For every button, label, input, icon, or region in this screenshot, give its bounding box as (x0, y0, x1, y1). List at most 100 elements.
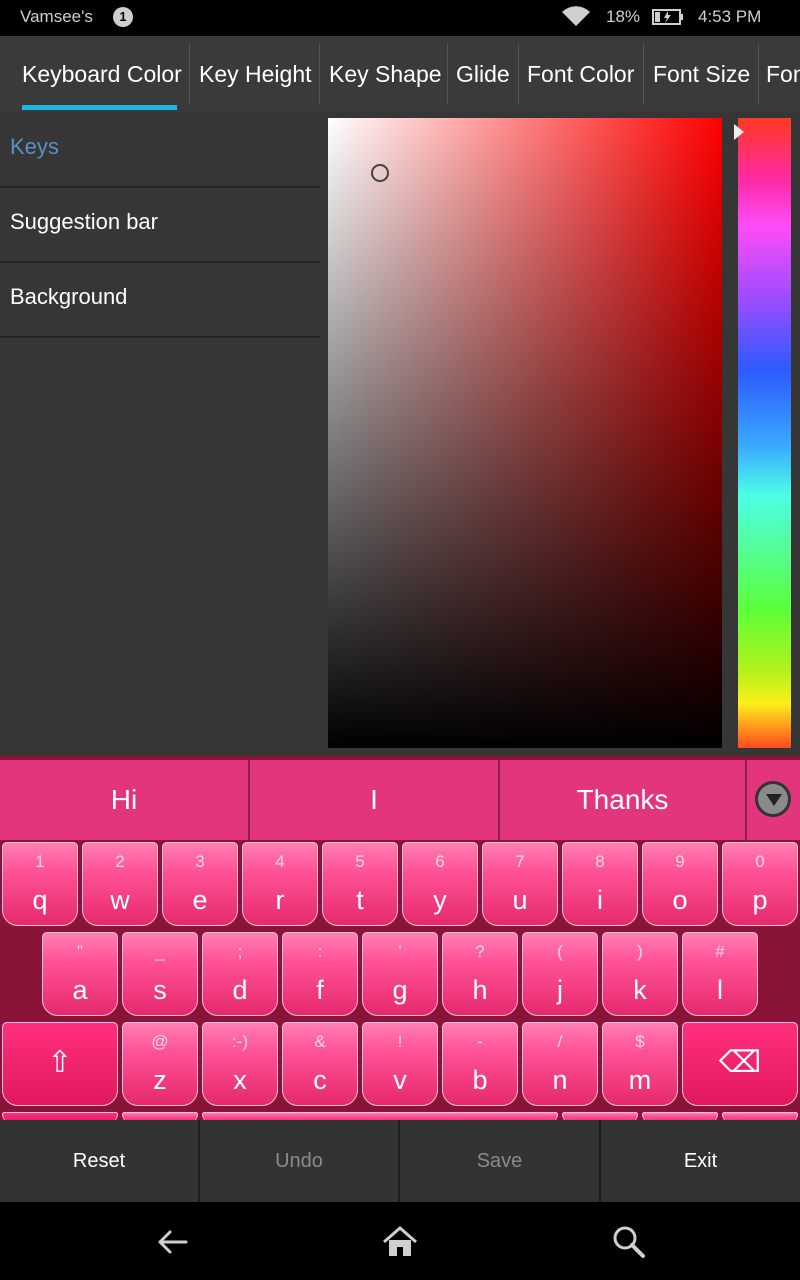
key-o[interactable]: 9o (642, 842, 718, 926)
key-v[interactable]: ! v (362, 1022, 438, 1106)
key-label: p (752, 885, 768, 915)
key-label: f (316, 975, 324, 1005)
wifi-icon (562, 6, 590, 27)
expand-suggestions-icon[interactable] (755, 781, 791, 817)
key-row4-partial (642, 1112, 718, 1120)
tab-key-height[interactable]: Key Height (199, 36, 312, 112)
key-u[interactable]: 7u (482, 842, 558, 926)
target-label: Suggestion bar (10, 209, 158, 234)
hue-slider[interactable] (738, 118, 791, 748)
key-j[interactable]: (j (522, 932, 598, 1016)
settings-tab-bar: Keyboard Color Key Height Key Shape Glid… (0, 36, 800, 112)
suggestion-item[interactable]: Thanks (500, 760, 745, 840)
key-label: c (313, 1065, 327, 1095)
key-e[interactable]: 3e (162, 842, 238, 926)
key-a[interactable]: " a (42, 932, 118, 1016)
key-d[interactable]: ; d (202, 932, 278, 1016)
key-alt-label: 8 (595, 852, 605, 871)
tab-divider (518, 44, 519, 104)
key-m[interactable]: $ m (602, 1022, 678, 1106)
target-label: Background (10, 284, 128, 309)
key-n[interactable]: / n (522, 1022, 598, 1106)
key-w[interactable]: 2w (82, 842, 158, 926)
key-alt-label: ! (397, 1032, 403, 1051)
key-p[interactable]: 0p (722, 842, 798, 926)
key-alt-label: @ (151, 1032, 169, 1051)
key-alt-label: ; (237, 942, 243, 961)
key-label: v (393, 1065, 407, 1095)
key-label: u (512, 885, 528, 915)
tab-key-shape[interactable]: Key Shape (329, 36, 442, 112)
tab-divider (189, 44, 190, 104)
color-target-list: Keys Suggestion bar Background (0, 112, 320, 756)
target-item-suggestion-bar[interactable]: Suggestion bar (0, 187, 320, 263)
search-icon[interactable] (608, 1222, 648, 1262)
battery-percent: 18% (606, 7, 641, 26)
key-label: a (72, 975, 88, 1005)
key-l[interactable]: # l (682, 932, 758, 1016)
key-row4-partial (2, 1112, 118, 1120)
home-icon[interactable] (380, 1222, 420, 1262)
key-label: w (110, 885, 130, 915)
key-b[interactable]: -b (442, 1022, 518, 1106)
key-label: r (275, 885, 285, 915)
key-alt-label: - (477, 1032, 483, 1051)
target-item-keys[interactable]: Keys (0, 112, 320, 188)
key-y[interactable]: 6y (402, 842, 478, 926)
reset-button[interactable]: Reset (0, 1120, 198, 1202)
key-t[interactable]: 5t (322, 842, 398, 926)
undo-button[interactable]: Undo (200, 1120, 398, 1202)
key-label: g (392, 975, 408, 1005)
battery-charging-icon (652, 9, 683, 25)
key-label: x (233, 1065, 247, 1095)
key-label: n (552, 1065, 568, 1095)
key-q[interactable]: 1q (2, 842, 78, 926)
tab-font-size[interactable]: Font Size (653, 36, 750, 112)
tab-keyboard-color[interactable]: Keyboard Color (22, 36, 182, 112)
backspace-key[interactable]: ⌫ (682, 1022, 798, 1106)
target-item-background[interactable]: Background (0, 262, 320, 338)
key-alt-label: # (715, 942, 725, 961)
key-alt-label: _ (155, 942, 165, 961)
key-x[interactable]: :-) x (202, 1022, 278, 1106)
shift-key[interactable]: ⇧ (2, 1022, 118, 1106)
key-h[interactable]: ? h (442, 932, 518, 1016)
key-alt-label: 5 (355, 852, 365, 871)
exit-button[interactable]: Exit (601, 1120, 800, 1202)
suggestion-item[interactable]: I (250, 760, 498, 840)
back-icon[interactable] (152, 1222, 192, 1262)
key-alt-label: 1 (35, 852, 45, 871)
suggestion-item[interactable]: Hi (0, 760, 248, 840)
tab-font-overflow[interactable]: Fon (766, 36, 800, 112)
key-k[interactable]: ) k (602, 932, 678, 1016)
key-alt-label: 7 (515, 852, 525, 871)
key-alt-label: " (76, 942, 84, 961)
action-bar: Reset Undo Save Exit (0, 1120, 800, 1202)
save-button[interactable]: Save (400, 1120, 599, 1202)
key-alt-label: 2 (115, 852, 125, 871)
key-label: l (717, 975, 723, 1005)
key-label: q (32, 885, 48, 915)
status-bar: Vamsee's 1 18% 4:53 PM (0, 0, 800, 36)
selected-tab-indicator (22, 105, 177, 110)
key-g[interactable]: ' g (362, 932, 438, 1016)
key-f[interactable]: :f (282, 932, 358, 1016)
key-row4-partial (122, 1112, 198, 1120)
key-c[interactable]: & c (282, 1022, 358, 1106)
color-selector-cursor[interactable] (371, 164, 389, 182)
key-alt-label: :-) (231, 1032, 249, 1051)
key-label: b (472, 1065, 488, 1095)
key-label: y (433, 885, 447, 915)
tab-glide[interactable]: Glide (456, 36, 510, 112)
tab-font-color[interactable]: Font Color (527, 36, 634, 112)
key-i[interactable]: 8i (562, 842, 638, 926)
key-z[interactable]: @ z (122, 1022, 198, 1106)
system-nav-bar (0, 1202, 800, 1280)
saturation-value-square[interactable] (328, 118, 722, 748)
key-label: d (232, 975, 248, 1005)
key-s[interactable]: _ s (122, 932, 198, 1016)
key-r[interactable]: 4r (242, 842, 318, 926)
key-label: e (192, 885, 208, 915)
hue-slider-handle[interactable] (734, 124, 744, 140)
shift-icon: ⇧ (47, 1046, 73, 1079)
